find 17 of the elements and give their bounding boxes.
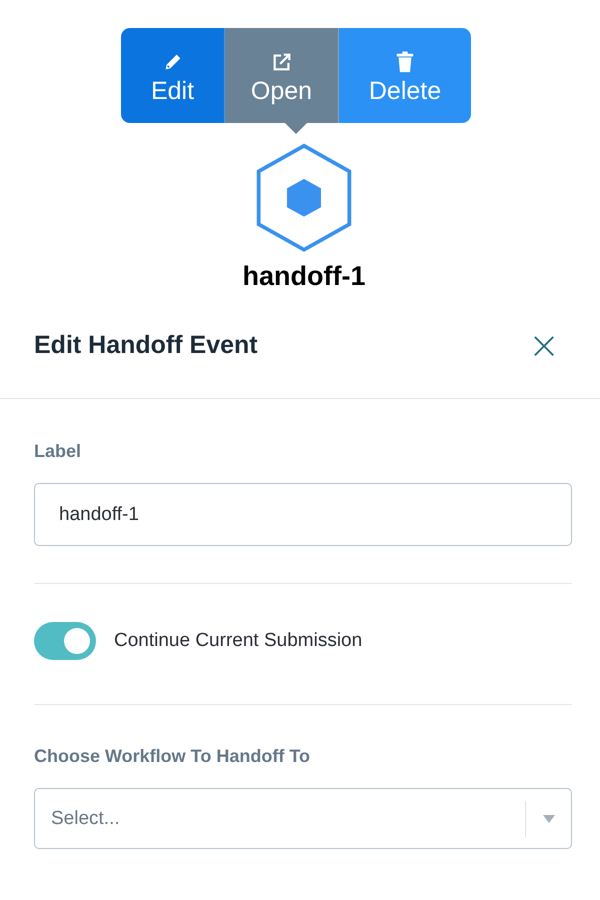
- toggle-switch[interactable]: [34, 622, 96, 660]
- open-button[interactable]: Open: [225, 28, 339, 124]
- trash-icon: [395, 51, 415, 73]
- field-label: Label: [34, 441, 82, 462]
- panel-title: Edit Handoff Event: [34, 330, 258, 360]
- workflow-select[interactable]: Select...: [34, 788, 572, 849]
- select-placeholder: Select...: [51, 808, 121, 830]
- pointer-arrow: [285, 123, 307, 134]
- edit-button[interactable]: Edit: [121, 28, 225, 124]
- delete-button[interactable]: Delete: [339, 28, 471, 124]
- node-label: handoff-1: [242, 261, 366, 292]
- close-button[interactable]: ×: [522, 326, 566, 364]
- dropdown-caret-icon: [543, 814, 555, 822]
- toggle-label: Continue Current Submission: [114, 630, 362, 652]
- field-label: Choose Workflow To Handoff To: [34, 746, 311, 767]
- label-input[interactable]: handoff-1: [34, 483, 572, 546]
- external-link-icon: [270, 51, 292, 73]
